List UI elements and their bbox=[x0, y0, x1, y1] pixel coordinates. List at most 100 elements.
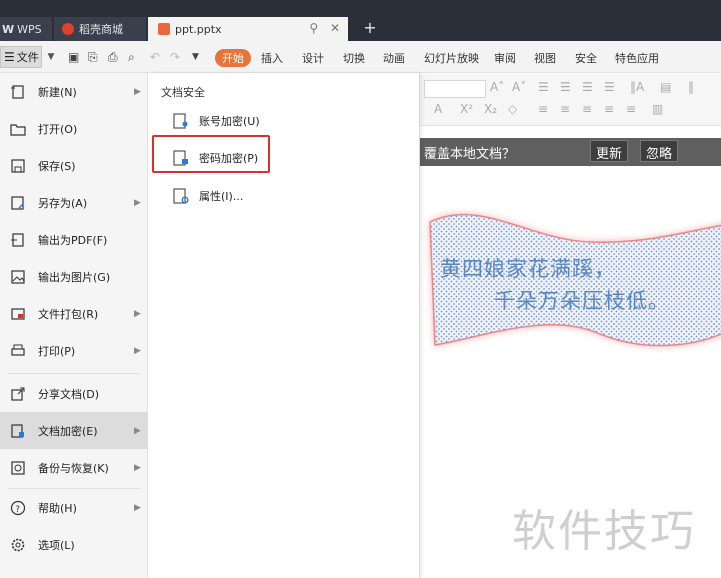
menu-item-help[interactable]: ? 帮助(H) ▶ bbox=[0, 489, 148, 526]
watermark-text: 软件技巧 bbox=[512, 506, 696, 557]
font-color-icon[interactable]: A bbox=[434, 102, 442, 116]
indent-icon[interactable]: ☰ bbox=[604, 80, 615, 94]
text-direction-icon[interactable]: ▤ bbox=[660, 80, 671, 94]
tab-home[interactable]: 开始 bbox=[215, 49, 251, 67]
menu-item-label: 帮助(H) bbox=[38, 501, 77, 515]
share-icon bbox=[10, 386, 26, 402]
menu-item-label: 打开(O) bbox=[38, 122, 78, 136]
chevron-right-icon: ▶ bbox=[134, 462, 141, 473]
increase-font-icon[interactable]: A˄ bbox=[490, 80, 504, 94]
redo-icon[interactable]: ↷ bbox=[170, 50, 180, 64]
package-icon bbox=[10, 306, 26, 322]
menu-item-label: 打印(P) bbox=[38, 344, 76, 358]
menu-divider bbox=[8, 373, 140, 374]
ignore-button[interactable]: 忽略 bbox=[640, 140, 679, 162]
tab-docer-store[interactable]: 稻壳商城 bbox=[54, 17, 146, 41]
help-icon: ? bbox=[10, 500, 26, 516]
pin-icon[interactable]: ⚲ bbox=[309, 21, 318, 35]
svg-text:?: ? bbox=[15, 505, 20, 515]
tab-insert[interactable]: 插入 bbox=[261, 50, 283, 66]
menu-item-label: 分享文档(D) bbox=[38, 387, 100, 401]
menu-item-label: 输出为PDF(F) bbox=[38, 233, 108, 247]
menu-item-package[interactable]: 文件打包(R) ▶ bbox=[0, 295, 148, 332]
folder-open-icon bbox=[10, 121, 26, 137]
align-left-icon[interactable]: ≡ bbox=[538, 102, 548, 116]
chevron-down-icon[interactable]: ▼ bbox=[44, 46, 58, 68]
new-tab-button[interactable]: + bbox=[360, 17, 380, 41]
file-menu-button[interactable]: ☰ 文件 bbox=[0, 46, 42, 68]
print-preview-icon[interactable]: ⌕ bbox=[128, 50, 135, 65]
print-icon bbox=[10, 343, 26, 359]
menu-item-label: 备份与恢复(K) bbox=[38, 461, 109, 475]
bullet-list-icon[interactable]: ☰ bbox=[538, 80, 549, 94]
tab-review[interactable]: 审阅 bbox=[494, 50, 516, 66]
save-as-icon bbox=[10, 195, 26, 211]
submenu-title: 文档安全 bbox=[161, 86, 205, 99]
tab-wps-home[interactable]: W WPS bbox=[0, 17, 52, 41]
highlight-box bbox=[152, 135, 270, 173]
tab-label: 稻壳商城 bbox=[79, 23, 123, 36]
outdent-icon[interactable]: ☰ bbox=[582, 80, 593, 94]
tab-animation[interactable]: 动画 bbox=[383, 50, 405, 66]
justify-icon[interactable]: ≡ bbox=[604, 102, 614, 116]
close-icon[interactable]: ✕ bbox=[330, 21, 340, 35]
print-quick-icon[interactable]: ⎙ bbox=[108, 50, 118, 65]
chevron-right-icon: ▶ bbox=[134, 502, 141, 513]
update-notification-bar: 覆盖本地文档？ 更新 忽略 bbox=[420, 138, 721, 166]
tab-features[interactable]: 特色应用 bbox=[615, 50, 659, 66]
new-icon bbox=[10, 84, 26, 100]
menu-item-print[interactable]: 打印(P) ▶ bbox=[0, 332, 148, 369]
tab-document[interactable]: ppt.pptx ⚲ ✕ bbox=[148, 17, 348, 41]
menu-item-export-image[interactable]: 输出为图片(G) bbox=[0, 258, 148, 295]
update-button[interactable]: 更新 bbox=[590, 140, 629, 162]
menu-item-save-as[interactable]: 另存为(A) ▶ bbox=[0, 184, 148, 221]
clear-format-icon[interactable]: ◇ bbox=[508, 102, 517, 116]
tab-slideshow[interactable]: 幻灯片放映 bbox=[424, 50, 479, 66]
ribbon-bar: ☰ 文件 ▼ ▣ ⎘ ⎙ ⌕ ↶ ↷ ▼ 开始 插入 设计 切换 动画 幻灯片放… bbox=[0, 41, 721, 73]
columns-icon[interactable]: ▥ bbox=[652, 102, 663, 116]
customize-chevron-icon[interactable]: ▼ bbox=[192, 52, 199, 62]
menu-item-save[interactable]: 保存(S) bbox=[0, 147, 148, 184]
save-icon bbox=[10, 158, 26, 174]
tab-view[interactable]: 视图 bbox=[534, 50, 556, 66]
menu-item-label: 另存为(A) bbox=[38, 196, 88, 210]
submenu-item-properties[interactable]: 属性(I)... bbox=[172, 183, 243, 209]
tab-design[interactable]: 设计 bbox=[302, 50, 324, 66]
menu-item-export-pdf[interactable]: 输出为PDF(F) bbox=[0, 221, 148, 258]
superscript-icon[interactable]: X² bbox=[460, 102, 473, 116]
decrease-font-icon[interactable]: A˅ bbox=[512, 80, 526, 94]
menu-item-backup[interactable]: 备份与恢复(K) ▶ bbox=[0, 449, 148, 486]
distribute-icon[interactable]: ≡ bbox=[626, 102, 636, 116]
undo-icon[interactable]: ↶ bbox=[150, 50, 160, 64]
slide-text-line-1[interactable]: 黄四娘家花满蹊， bbox=[440, 253, 616, 283]
chevron-right-icon: ▶ bbox=[134, 308, 141, 319]
subscript-icon[interactable]: X₂ bbox=[484, 102, 497, 116]
font-size-select[interactable] bbox=[424, 80, 486, 98]
menu-item-share[interactable]: 分享文档(D) bbox=[0, 375, 148, 412]
format-painter-icon[interactable]: ⎘ bbox=[88, 50, 98, 65]
menu-item-open[interactable]: 打开(O) bbox=[0, 110, 148, 147]
align-right-icon[interactable]: ≡ bbox=[582, 102, 592, 116]
menu-item-encrypt[interactable]: 文档加密(E) ▶ bbox=[0, 412, 148, 449]
menu-item-new[interactable]: 新建(N) ▶ bbox=[0, 73, 148, 110]
align-center-icon[interactable]: ≡ bbox=[560, 102, 570, 116]
submenu-item-account-encrypt[interactable]: 账号加密(U) bbox=[172, 108, 260, 134]
menu-item-options[interactable]: 选项(L) bbox=[0, 526, 148, 563]
tab-transition[interactable]: 切换 bbox=[343, 50, 365, 66]
formatting-panel: A˄ A˅ A X² X₂ ◇ ☰ ☰ ☰ ☰ ‖A ▤ ‖ ≡ ≡ ≡ ≡ ≡… bbox=[420, 74, 721, 126]
menu-item-label: 文档加密(E) bbox=[38, 424, 98, 438]
menu-item-label: 新建(N) bbox=[38, 85, 77, 99]
ppt-file-icon bbox=[158, 23, 170, 35]
lock-document-icon bbox=[10, 423, 26, 439]
slide-text-line-2[interactable]: 千朵万朵压枝低。 bbox=[494, 285, 670, 315]
tab-security[interactable]: 安全 bbox=[575, 50, 597, 66]
numbered-list-icon[interactable]: ☰ bbox=[560, 80, 571, 94]
pdf-icon bbox=[10, 232, 26, 248]
align-text-icon[interactable]: ‖ bbox=[688, 80, 694, 94]
save-quick-icon[interactable]: ▣ bbox=[68, 50, 79, 64]
chevron-right-icon: ▶ bbox=[134, 345, 141, 356]
line-spacing-icon[interactable]: ‖A bbox=[630, 80, 644, 94]
chevron-right-icon: ▶ bbox=[134, 86, 141, 97]
image-icon bbox=[10, 269, 26, 285]
account-lock-icon bbox=[173, 113, 188, 129]
